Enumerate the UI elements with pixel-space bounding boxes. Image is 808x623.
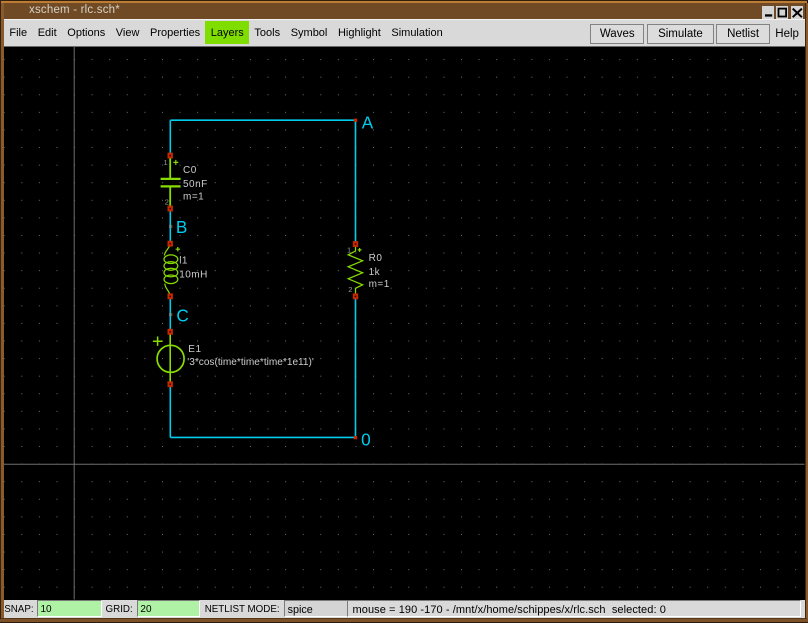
svg-text:m=1: m=1 (369, 279, 390, 290)
svg-text:0: 0 (361, 429, 371, 449)
svg-text:l1: l1 (179, 255, 188, 266)
svg-text:C0: C0 (183, 165, 197, 176)
svg-text:m=1: m=1 (183, 192, 204, 203)
svg-text:A: A (362, 112, 374, 132)
svg-text:'3*cos(time*time*time*1e11)': '3*cos(time*time*time*1e11)' (187, 357, 314, 368)
svg-text:R0: R0 (369, 253, 383, 264)
svg-text:1: 1 (164, 158, 168, 167)
svg-text:C: C (176, 305, 188, 325)
svg-text:2: 2 (165, 198, 169, 207)
svg-text:1k: 1k (369, 267, 381, 278)
svg-text:1: 1 (347, 245, 351, 254)
svg-text:E1: E1 (188, 344, 201, 355)
svg-text:10mH: 10mH (179, 269, 208, 280)
svg-text:B: B (176, 217, 187, 237)
svg-text:2: 2 (348, 285, 352, 294)
svg-text:50nF: 50nF (183, 179, 208, 190)
